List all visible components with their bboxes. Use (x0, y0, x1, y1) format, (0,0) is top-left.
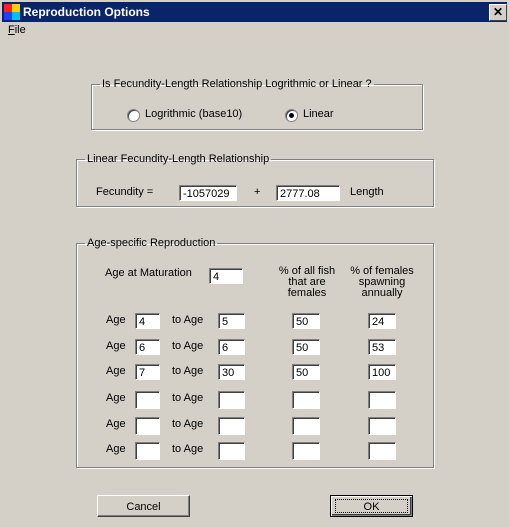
spawning-pct-field[interactable]: 24 (368, 313, 396, 329)
age-from-field[interactable]: 6 (135, 339, 160, 355)
age-from-field[interactable] (135, 442, 160, 460)
maturation-label: Age at Maturation (105, 267, 192, 279)
age-label: Age (106, 443, 126, 455)
maturation-field[interactable]: 4 (209, 268, 243, 284)
window-title: Reproduction Options (23, 5, 150, 19)
relationship-type-group: Is Fecundity-Length Relationship Logrith… (91, 78, 423, 130)
cancel-button-label: Cancel (126, 501, 161, 513)
age-label: Age (106, 392, 126, 404)
radio-linear-label[interactable]: Linear (303, 108, 334, 120)
spawning-pct-header-line3: annually (361, 287, 403, 299)
female-pct-field[interactable] (292, 417, 320, 435)
slope-field[interactable]: 2777.08 (276, 185, 340, 201)
relationship-type-legend: Is Fecundity-Length Relationship Logrith… (102, 78, 372, 90)
age-label: Age (106, 365, 126, 377)
linear-relationship-legend: Linear Fecundity-Length Relationship (87, 153, 270, 165)
age-label: Age (106, 340, 126, 352)
spawning-pct-field[interactable]: 53 (368, 339, 396, 355)
age-from-field[interactable]: 7 (135, 364, 160, 380)
female-pct-field[interactable]: 50 (292, 364, 320, 380)
linear-relationship-group: Linear Fecundity-Length Relationship (76, 153, 434, 207)
menu-file-mnemonic: F (8, 24, 15, 36)
radio-linear[interactable] (285, 109, 298, 122)
female-pct-header-line3: females (287, 287, 327, 299)
cancel-button[interactable]: Cancel (97, 495, 190, 517)
fecundity-label: Fecundity = (96, 186, 154, 198)
radio-logarithmic[interactable] (127, 109, 140, 122)
spawning-pct-field[interactable] (368, 442, 396, 460)
ok-button[interactable]: OK (330, 495, 413, 517)
intercept-field[interactable]: -1057029 (179, 185, 237, 201)
to-age-label: to Age (172, 340, 204, 352)
age-from-field[interactable] (135, 391, 160, 409)
plus-sign: + (254, 186, 261, 198)
spawning-pct-header: % of females spawning annually (346, 266, 418, 299)
close-button[interactable]: ✕ (489, 4, 507, 21)
age-label: Age (106, 314, 126, 326)
app-icon (4, 4, 20, 20)
age-to-field[interactable] (218, 442, 245, 460)
length-label: Length (350, 186, 384, 198)
age-to-field[interactable] (218, 391, 245, 409)
female-pct-header: % of all fish that are females (272, 266, 342, 299)
age-to-field[interactable]: 6 (218, 339, 245, 355)
to-age-label: to Age (172, 418, 204, 430)
spawning-pct-field[interactable]: 100 (368, 364, 396, 380)
age-to-field[interactable] (218, 417, 245, 435)
to-age-label: to Age (172, 365, 204, 377)
menu-file-label: ile (14, 24, 26, 36)
title-bar[interactable]: Reproduction Options ✕ (2, 2, 507, 22)
age-specific-legend: Age-specific Reproduction (87, 237, 216, 249)
to-age-label: to Age (172, 443, 204, 455)
spawning-pct-field[interactable] (368, 391, 396, 409)
female-pct-field[interactable]: 50 (292, 339, 320, 355)
age-label: Age (106, 418, 126, 430)
spawning-pct-field[interactable] (368, 417, 396, 435)
age-to-field[interactable]: 5 (218, 313, 245, 329)
radio-logarithmic-label[interactable]: Logrithmic (base10) (145, 108, 242, 120)
age-to-field[interactable]: 30 (218, 364, 245, 380)
menu-file[interactable]: File (8, 24, 26, 36)
age-from-field[interactable]: 4 (135, 313, 160, 329)
female-pct-field[interactable] (292, 442, 320, 460)
menu-bar: File (2, 22, 507, 40)
to-age-label: to Age (172, 314, 204, 326)
age-from-field[interactable] (135, 417, 160, 435)
to-age-label: to Age (172, 392, 204, 404)
female-pct-field[interactable] (292, 391, 320, 409)
close-icon: ✕ (492, 5, 504, 19)
ok-button-focus-ring (335, 499, 408, 513)
female-pct-field[interactable]: 50 (292, 313, 320, 329)
reproduction-options-window: Reproduction Options ✕ File Is Fecundity… (0, 0, 509, 527)
